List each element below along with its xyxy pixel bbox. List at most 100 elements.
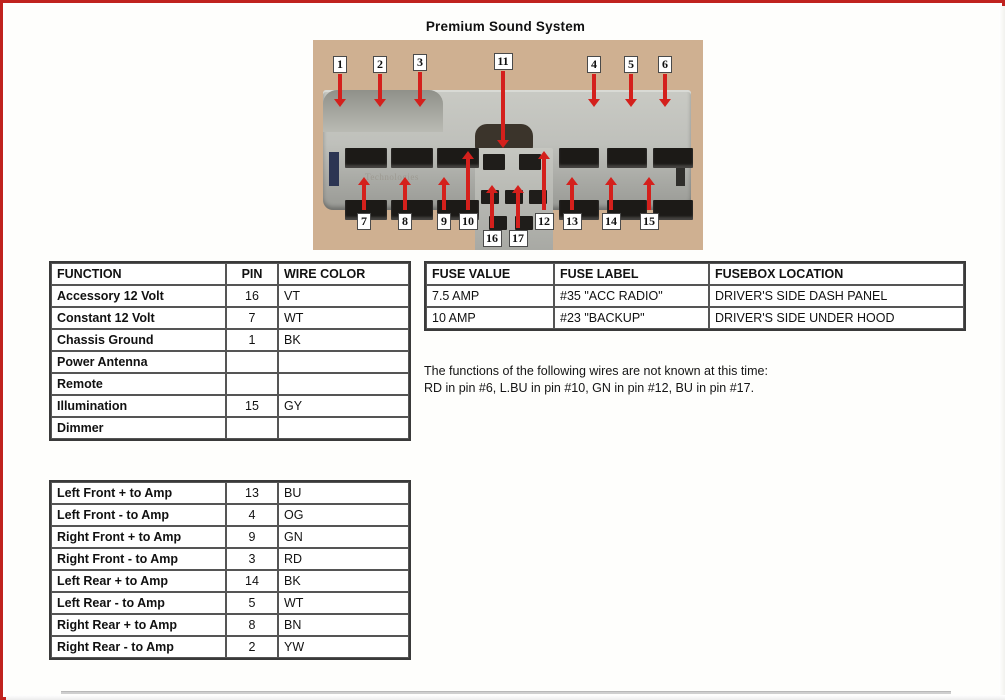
table-row: Right Front - to Amp 3 RD bbox=[51, 548, 409, 570]
table-header-row: FUNCTION PIN WIRE COLOR bbox=[51, 263, 409, 285]
unknown-wires-note: The functions of the following wires are… bbox=[424, 363, 894, 397]
cell-wire-color: WT bbox=[278, 592, 409, 614]
table-row: Constant 12 Volt 7 WT bbox=[51, 307, 409, 329]
cell-function: Illumination bbox=[51, 395, 226, 417]
header-fuse-value: FUSE VALUE bbox=[426, 263, 554, 285]
pin-callout-2: 2 bbox=[373, 56, 387, 73]
pin-callout-15: 15 bbox=[639, 213, 659, 230]
pin-callout-6: 6 bbox=[658, 56, 672, 73]
page-content: Premium Sound System Technologies 1 2 3 11 4… bbox=[6, 6, 1005, 700]
pin-callout-4: 4 bbox=[587, 56, 601, 73]
cell-function: Right Front + to Amp bbox=[51, 526, 226, 548]
cell-function: Chassis Ground bbox=[51, 329, 226, 351]
connector-left-keyway bbox=[329, 152, 339, 186]
pin-arrow-2 bbox=[374, 74, 386, 107]
cell-wire-color bbox=[278, 351, 409, 373]
note-line-2: RD in pin #6, L.BU in pin #10, GN in pin… bbox=[424, 381, 755, 395]
cell-pin: 4 bbox=[226, 504, 278, 526]
cell-wire-color: YW bbox=[278, 636, 409, 658]
cell-fuse-value: 10 AMP bbox=[426, 307, 554, 329]
table-row: Left Front - to Amp 4 OG bbox=[51, 504, 409, 526]
pin-cavity bbox=[483, 154, 505, 170]
cell-function: Right Rear - to Amp bbox=[51, 636, 226, 658]
table-row: Power Antenna bbox=[51, 351, 409, 373]
table-row: 7.5 AMP #35 "ACC RADIO" DRIVER'S SIDE DASH… bbox=[426, 285, 964, 307]
cell-pin: 13 bbox=[226, 482, 278, 504]
cell-wire-color: RD bbox=[278, 548, 409, 570]
pin-callout-13: 13 bbox=[562, 213, 582, 230]
cell-pin bbox=[226, 417, 278, 439]
pin-callout-11: 11 bbox=[493, 53, 513, 70]
cell-pin: 5 bbox=[226, 592, 278, 614]
cell-pin: 3 bbox=[226, 548, 278, 570]
cell-pin: 1 bbox=[226, 329, 278, 351]
cell-pin: 9 bbox=[226, 526, 278, 548]
table-row: Accessory 12 Volt 16 VT bbox=[51, 285, 409, 307]
cell-pin bbox=[226, 351, 278, 373]
header-wire-color: WIRE COLOR bbox=[278, 263, 409, 285]
cell-pin: 15 bbox=[226, 395, 278, 417]
page-frame: Premium Sound System Technologies 1 2 3 11 4… bbox=[0, 0, 1005, 700]
cell-wire-color: BK bbox=[278, 329, 409, 351]
cell-pin: 14 bbox=[226, 570, 278, 592]
cell-fuse-value: 7.5 AMP bbox=[426, 285, 554, 307]
pin-callout-1: 1 bbox=[333, 56, 347, 73]
cell-function: Left Front - to Amp bbox=[51, 504, 226, 526]
power-table-body: Accessory 12 Volt 16 VT Constant 12 Volt 7 WT… bbox=[51, 285, 409, 439]
header-function: FUNCTION bbox=[51, 263, 226, 285]
pin-callout-14: 14 bbox=[601, 213, 621, 230]
cell-wire-color: OG bbox=[278, 504, 409, 526]
table-row: Right Rear - to Amp 2 YW bbox=[51, 636, 409, 658]
pin-callout-12: 12 bbox=[534, 213, 554, 230]
pin-cavity bbox=[653, 200, 693, 220]
cell-wire-color: GY bbox=[278, 395, 409, 417]
pin-arrow-12 bbox=[538, 151, 550, 210]
table-row: Remote bbox=[51, 373, 409, 395]
bottom-divider bbox=[61, 691, 951, 694]
cell-pin: 2 bbox=[226, 636, 278, 658]
table-row: Dimmer bbox=[51, 417, 409, 439]
cell-wire-color bbox=[278, 417, 409, 439]
table-row: Left Rear + to Amp 14 BK bbox=[51, 570, 409, 592]
cell-fuse-label: #23 "BACKUP" bbox=[554, 307, 709, 329]
cell-fusebox-location: DRIVER'S SIDE DASH PANEL bbox=[709, 285, 964, 307]
cell-wire-color: GN bbox=[278, 526, 409, 548]
pin-arrow-16 bbox=[486, 185, 498, 228]
cell-function: Remote bbox=[51, 373, 226, 395]
pin-arrow-4 bbox=[588, 74, 600, 107]
cell-wire-color bbox=[278, 373, 409, 395]
power-function-table: FUNCTION PIN WIRE COLOR Accessory 12 Vol… bbox=[49, 261, 411, 441]
pin-arrow-6 bbox=[659, 74, 671, 107]
pin-cavity bbox=[391, 148, 433, 168]
fuse-table: FUSE VALUE FUSE LABEL FUSEBOX LOCATION 7… bbox=[424, 261, 966, 331]
pin-arrow-7 bbox=[358, 177, 370, 210]
page-edge-shade-right bbox=[999, 6, 1005, 700]
cell-function: Right Front - to Amp bbox=[51, 548, 226, 570]
cell-fusebox-location: DRIVER'S SIDE UNDER HOOD bbox=[709, 307, 964, 329]
table-row: Illumination 15 GY bbox=[51, 395, 409, 417]
speaker-table-body: Left Front + to Amp 13 BU Left Front - to A… bbox=[51, 482, 409, 658]
pin-cavity bbox=[653, 148, 693, 168]
pin-arrow-3 bbox=[414, 72, 426, 107]
cell-wire-color: BN bbox=[278, 614, 409, 636]
cell-function: Constant 12 Volt bbox=[51, 307, 226, 329]
pin-cavity bbox=[345, 148, 387, 168]
table-header-row: FUSE VALUE FUSE LABEL FUSEBOX LOCATION bbox=[426, 263, 964, 285]
page-title: Premium Sound System bbox=[425, 19, 586, 34]
cell-function: Left Rear - to Amp bbox=[51, 592, 226, 614]
header-fusebox-location: FUSEBOX LOCATION bbox=[709, 263, 964, 285]
pin-callout-9: 9 bbox=[437, 213, 451, 230]
cell-function: Left Front + to Amp bbox=[51, 482, 226, 504]
cell-wire-color: VT bbox=[278, 285, 409, 307]
pin-callout-16: 16 bbox=[482, 230, 502, 247]
note-line-1: The functions of the following wires are… bbox=[424, 364, 768, 378]
cell-fuse-label: #35 "ACC RADIO" bbox=[554, 285, 709, 307]
pin-arrow-9 bbox=[438, 177, 450, 210]
pin-arrow-1 bbox=[334, 74, 346, 107]
header-pin: PIN bbox=[226, 263, 278, 285]
table-row: Chassis Ground 1 BK bbox=[51, 329, 409, 351]
pin-callout-8: 8 bbox=[398, 213, 412, 230]
pin-arrow-13 bbox=[566, 177, 578, 210]
pin-callout-5: 5 bbox=[624, 56, 638, 73]
table-row: 10 AMP #23 "BACKUP" DRIVER'S SIDE UNDER HO… bbox=[426, 307, 964, 329]
